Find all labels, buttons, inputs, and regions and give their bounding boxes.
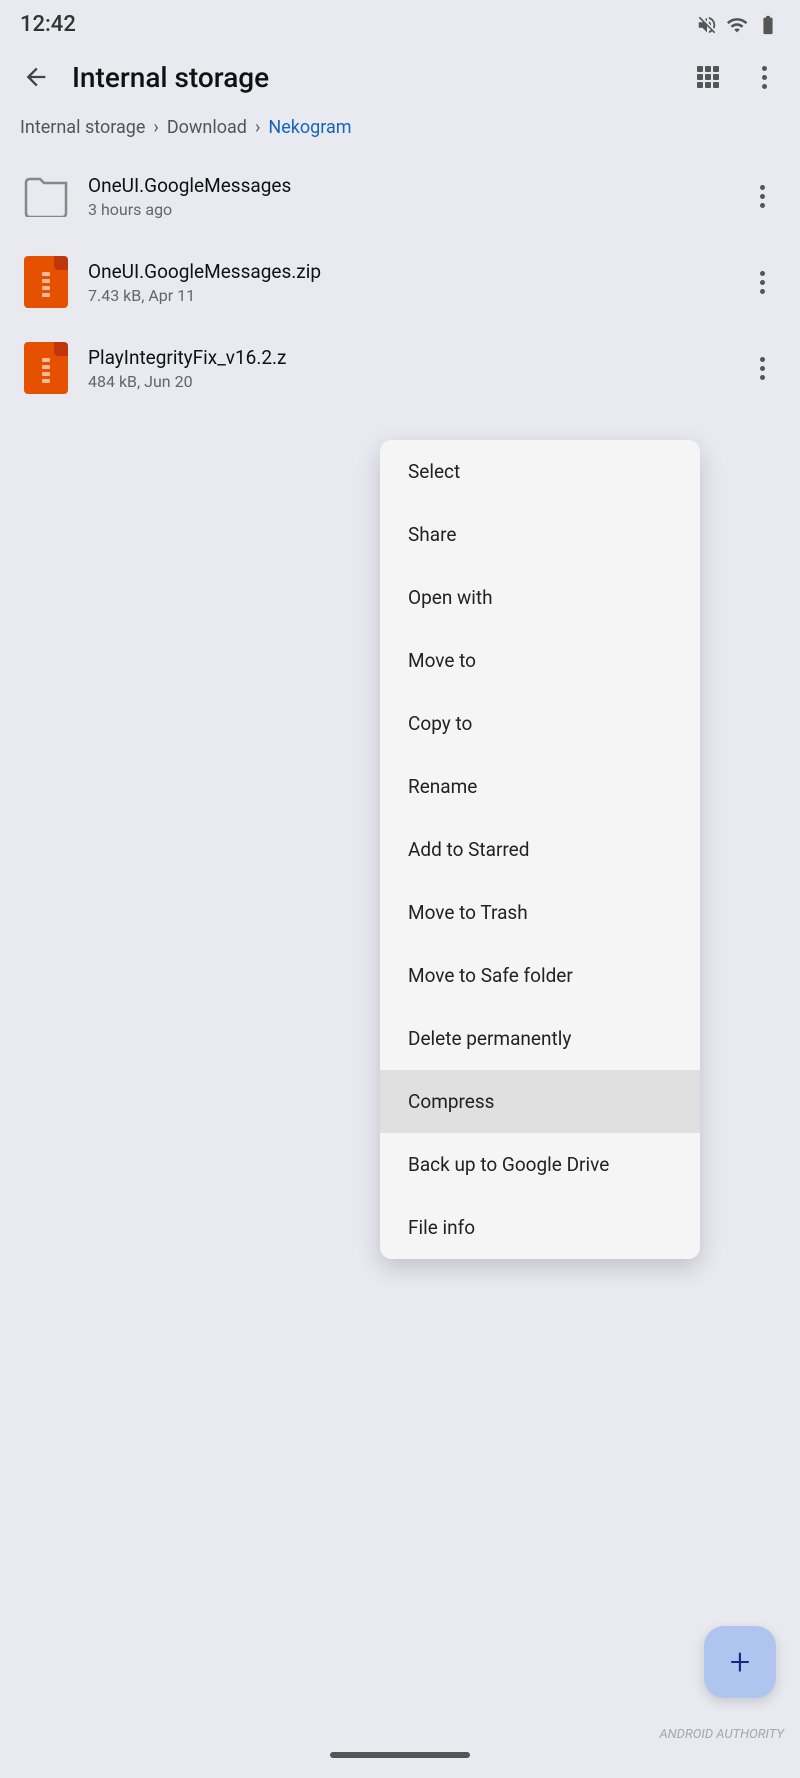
file-meta: 3 hours ago: [88, 200, 728, 219]
page-title: Internal storage: [72, 61, 672, 94]
breadcrumb-chevron-2: ›: [255, 117, 260, 138]
watermark: ANDROID AUTHORITY: [659, 1727, 784, 1742]
breadcrumb: Internal storage › Download › Nekogram: [0, 109, 800, 154]
file-more-button[interactable]: [744, 264, 780, 300]
file-meta: 484 kB, Jun 20: [88, 372, 728, 391]
menu-item-compress[interactable]: Compress: [380, 1070, 700, 1133]
menu-item-move-to[interactable]: Move to: [380, 629, 700, 692]
menu-item-share[interactable]: Share: [380, 503, 700, 566]
file-info: PlayIntegrityFix_v16.2.z 484 kB, Jun 20: [88, 346, 728, 391]
back-button[interactable]: [16, 57, 56, 97]
wifi-icon: [726, 14, 748, 36]
menu-item-backup-google-drive[interactable]: Back up to Google Drive: [380, 1133, 700, 1196]
list-item[interactable]: OneUI.GoogleMessages 3 hours ago: [8, 154, 792, 238]
menu-item-add-starred[interactable]: Add to Starred: [380, 818, 700, 881]
list-item[interactable]: OneUI.GoogleMessages.zip 7.43 kB, Apr 11: [8, 240, 792, 324]
zip-icon: [20, 342, 72, 394]
app-bar: Internal storage: [0, 45, 800, 109]
file-name: OneUI.GoogleMessages: [88, 174, 728, 197]
menu-item-move-safe[interactable]: Move to Safe folder: [380, 944, 700, 1007]
file-info: OneUI.GoogleMessages 3 hours ago: [88, 174, 728, 219]
status-time: 12:42: [20, 12, 76, 37]
list-item[interactable]: PlayIntegrityFix_v16.2.z 484 kB, Jun 20: [8, 326, 792, 410]
file-info: OneUI.GoogleMessages.zip 7.43 kB, Apr 11: [88, 260, 728, 305]
more-icon: [760, 185, 765, 208]
menu-item-file-info[interactable]: File info: [380, 1196, 700, 1259]
context-menu: Select Share Open with Move to Copy to R…: [380, 440, 700, 1259]
file-more-button[interactable]: [744, 178, 780, 214]
breadcrumb-internal-storage[interactable]: Internal storage: [20, 117, 145, 138]
breadcrumb-download[interactable]: Download: [167, 117, 247, 138]
file-list: OneUI.GoogleMessages 3 hours ago: [0, 154, 800, 410]
grid-view-button[interactable]: [688, 57, 728, 97]
bottom-nav-bar: [330, 1752, 470, 1758]
status-icons: [696, 14, 780, 36]
grid-icon: [697, 66, 719, 88]
menu-item-select[interactable]: Select: [380, 440, 700, 503]
folder-icon: [20, 170, 72, 222]
more-icon: [760, 357, 765, 380]
file-more-button[interactable]: [744, 350, 780, 386]
menu-item-delete-permanently[interactable]: Delete permanently: [380, 1007, 700, 1070]
breadcrumb-nekogram[interactable]: Nekogram: [268, 117, 351, 138]
more-options-button[interactable]: [744, 57, 784, 97]
menu-item-copy-to[interactable]: Copy to: [380, 692, 700, 755]
fab-add-button[interactable]: +: [704, 1626, 776, 1698]
zip-icon: [20, 256, 72, 308]
status-bar: 12:42: [0, 0, 800, 45]
file-name: PlayIntegrityFix_v16.2.z: [88, 346, 728, 369]
battery-icon: [756, 14, 780, 36]
breadcrumb-chevron-1: ›: [153, 117, 158, 138]
file-meta: 7.43 kB, Apr 11: [88, 286, 728, 305]
more-options-icon: [762, 66, 767, 89]
mute-icon: [696, 14, 718, 36]
file-name: OneUI.GoogleMessages.zip: [88, 260, 728, 283]
more-icon: [760, 271, 765, 294]
menu-item-rename[interactable]: Rename: [380, 755, 700, 818]
fab-plus-icon: +: [730, 1644, 750, 1680]
menu-item-open-with[interactable]: Open with: [380, 566, 700, 629]
menu-item-move-trash[interactable]: Move to Trash: [380, 881, 700, 944]
back-arrow-icon: [22, 63, 50, 91]
